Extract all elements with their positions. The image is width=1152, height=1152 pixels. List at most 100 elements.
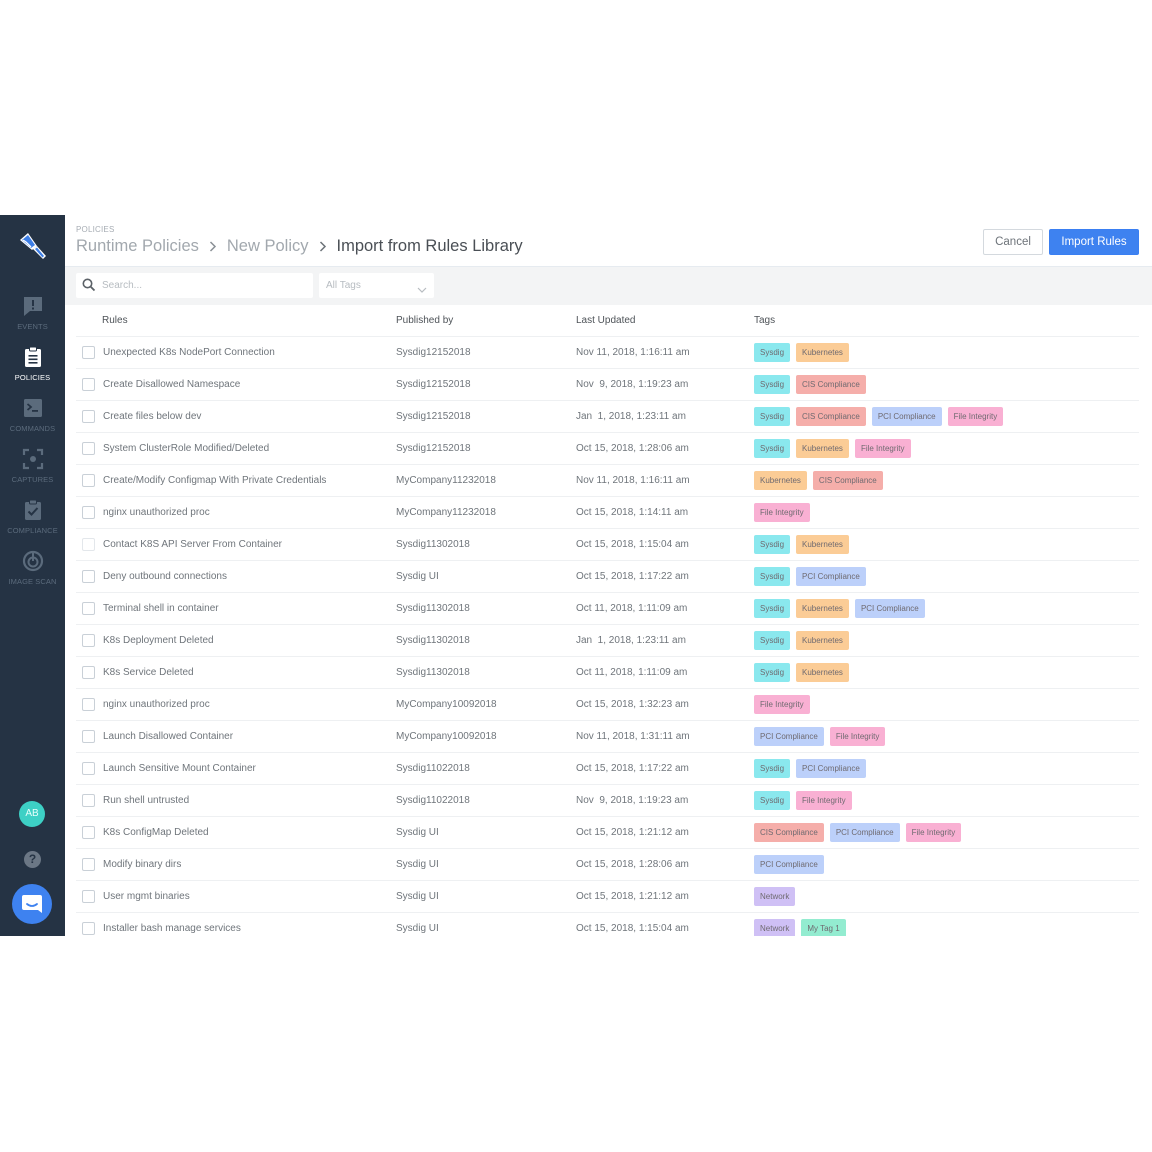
published-by-cell: Sysdig11302018: [396, 635, 470, 646]
table-row[interactable]: Run shell untrusted Sysdig11022018 Nov 9, …: [76, 785, 1139, 817]
rule-cell: nginx unauthorized proc: [76, 506, 396, 519]
row-checkbox[interactable]: [82, 506, 95, 519]
breadcrumb-runtime-policies[interactable]: Runtime Policies: [76, 237, 199, 256]
published-by-cell: Sysdig UI: [396, 859, 439, 870]
last-updated-cell: Oct 15, 2018, 1:28:06 am: [576, 443, 689, 454]
row-checkbox[interactable]: [82, 730, 95, 743]
column-header-published-by[interactable]: Published by: [396, 315, 576, 326]
tags-cell: Sysdig CIS Compliance: [754, 375, 1139, 394]
column-header-last-updated[interactable]: Last Updated: [576, 315, 754, 326]
row-checkbox[interactable]: [82, 602, 95, 615]
rule-cell: Deny outbound connections: [76, 570, 396, 583]
last-updated-cell: Oct 15, 2018, 1:17:22 am: [576, 763, 689, 774]
row-checkbox[interactable]: [82, 890, 95, 903]
row-checkbox[interactable]: [82, 858, 95, 871]
last-updated-cell: Nov 11, 2018, 1:31:11 am: [576, 731, 690, 742]
row-checkbox[interactable]: [82, 922, 95, 935]
table-row[interactable]: nginx unauthorized proc MyCompany10092018…: [76, 689, 1139, 721]
tags-cell: Sysdig Kubernetes: [754, 663, 1139, 682]
published-by-cell: MyCompany10092018: [396, 731, 497, 742]
tag-badge: Sysdig: [754, 791, 791, 810]
published-by-cell: Sysdig11302018: [396, 539, 470, 550]
help-icon[interactable]: ?: [24, 851, 41, 868]
tag-badge: Sysdig: [754, 343, 791, 362]
sidebar-item-compliance[interactable]: COMPLIANCE: [0, 499, 65, 535]
chevron-down-icon: [417, 281, 427, 293]
rule-cell: Create files below dev: [76, 410, 396, 423]
last-updated-cell: Nov 9, 2018, 1:19:23 am: [576, 795, 689, 806]
search-input[interactable]: [102, 273, 307, 298]
sidebar-item-commands[interactable]: COMMANDS: [0, 397, 65, 433]
row-checkbox[interactable]: [82, 442, 95, 455]
user-avatar[interactable]: AB: [19, 801, 45, 827]
breadcrumb-new-policy[interactable]: New Policy: [227, 237, 309, 256]
row-checkbox[interactable]: [82, 378, 95, 391]
row-checkbox[interactable]: [82, 634, 95, 647]
tag-badge: PCI Compliance: [871, 407, 942, 426]
rule-name: User mgmt binaries: [103, 891, 190, 902]
filter-toolbar: All Tags: [65, 267, 1152, 305]
row-checkbox[interactable]: [82, 826, 95, 839]
table-row[interactable]: System ClusterRole Modified/Deleted Sysdi…: [76, 433, 1139, 465]
tags-cell: PCI Compliance: [754, 855, 1139, 874]
table-row[interactable]: K8s Service Deleted Sysdig11302018 Oct 11,…: [76, 657, 1139, 689]
last-updated-cell: Oct 15, 2018, 1:28:06 am: [576, 859, 689, 870]
table-row[interactable]: Create files below dev Sysdig12152018 Jan …: [76, 401, 1139, 433]
row-checkbox[interactable]: [82, 474, 95, 487]
table-row[interactable]: Installer bash manage services Sysdig UI O…: [76, 913, 1139, 936]
row-checkbox[interactable]: [82, 666, 95, 679]
table-row[interactable]: Modify binary dirs Sysdig UI Oct 15, 2018,…: [76, 849, 1139, 881]
main-content: POLICIES Runtime Policies New Policy Imp…: [65, 215, 1152, 936]
table-row[interactable]: Launch Sensitive Mount Container Sysdig11…: [76, 753, 1139, 785]
published-by-cell: Sysdig11022018: [396, 795, 470, 806]
import-rules-button[interactable]: Import Rules: [1049, 229, 1139, 255]
tags-filter-dropdown[interactable]: All Tags: [319, 273, 434, 298]
rule-name: K8s ConfigMap Deleted: [103, 827, 209, 838]
tags-cell: Sysdig Kubernetes PCI Compliance: [754, 599, 1139, 618]
row-checkbox[interactable]: [82, 762, 95, 775]
table-row[interactable]: Unexpected K8s NodePort Connection Sysdig…: [76, 337, 1139, 369]
chat-icon[interactable]: [12, 884, 52, 924]
row-checkbox[interactable]: [82, 570, 95, 583]
table-row[interactable]: Deny outbound connections Sysdig UI Oct 15…: [76, 561, 1139, 593]
table-row[interactable]: nginx unauthorized proc MyCompany11232018…: [76, 497, 1139, 529]
rule-cell: User mgmt binaries: [76, 890, 396, 903]
clipboard-check-icon: [22, 499, 44, 521]
table-row[interactable]: User mgmt binaries Sysdig UI Oct 15, 2018,…: [76, 881, 1139, 913]
tag-badge: Sysdig: [754, 599, 791, 618]
table-row[interactable]: Create Disallowed Namespace Sysdig1215201…: [76, 369, 1139, 401]
tag-badge: Kubernetes: [796, 439, 849, 458]
row-checkbox[interactable]: [82, 698, 95, 711]
sidebar-item-image-scan[interactable]: IMAGE SCAN: [0, 550, 65, 586]
table-row[interactable]: Terminal shell in container Sysdig1130201…: [76, 593, 1139, 625]
sidebar-item-label: COMPLIANCE: [7, 526, 58, 535]
sidebar-item-label: EVENTS: [17, 322, 48, 331]
table-row[interactable]: Contact K8S API Server From Container Sys…: [76, 529, 1139, 561]
tag-badge: File Integrity: [947, 407, 1004, 426]
table-row[interactable]: Launch Disallowed Container MyCompany1009…: [76, 721, 1139, 753]
trowel-logo-icon[interactable]: [15, 229, 51, 265]
table-row[interactable]: K8s ConfigMap Deleted Sysdig UI Oct 15, 20…: [76, 817, 1139, 849]
row-checkbox[interactable]: [82, 346, 95, 359]
row-checkbox[interactable]: [82, 410, 95, 423]
tag-badge: Kubernetes: [796, 535, 849, 554]
tags-cell: Network My Tag 1: [754, 919, 1139, 936]
last-updated-cell: Oct 15, 2018, 1:15:04 am: [576, 923, 689, 934]
table-row[interactable]: K8s Deployment Deleted Sysdig11302018 Jan …: [76, 625, 1139, 657]
rule-cell: K8s ConfigMap Deleted: [76, 826, 396, 839]
row-checkbox[interactable]: [82, 538, 95, 551]
column-header-rules[interactable]: Rules: [76, 315, 396, 326]
sidebar-item-policies[interactable]: POLICIES: [0, 346, 65, 382]
published-by-cell: Sysdig11022018: [396, 763, 470, 774]
sidebar-item-events[interactable]: EVENTS: [0, 295, 65, 331]
tag-badge: CIS Compliance: [812, 471, 883, 490]
published-by-cell: Sysdig12152018: [396, 443, 471, 454]
sidebar-item-captures[interactable]: CAPTURES: [0, 448, 65, 484]
cancel-button[interactable]: Cancel: [983, 229, 1043, 255]
table-row[interactable]: Create/Modify Configmap With Private Cre…: [76, 465, 1139, 497]
column-header-tags[interactable]: Tags: [754, 315, 1139, 326]
tags-cell: Sysdig File Integrity: [754, 791, 1139, 810]
row-checkbox[interactable]: [82, 794, 95, 807]
tag-badge: Kubernetes: [796, 599, 849, 618]
rule-cell: Launch Sensitive Mount Container: [76, 762, 396, 775]
